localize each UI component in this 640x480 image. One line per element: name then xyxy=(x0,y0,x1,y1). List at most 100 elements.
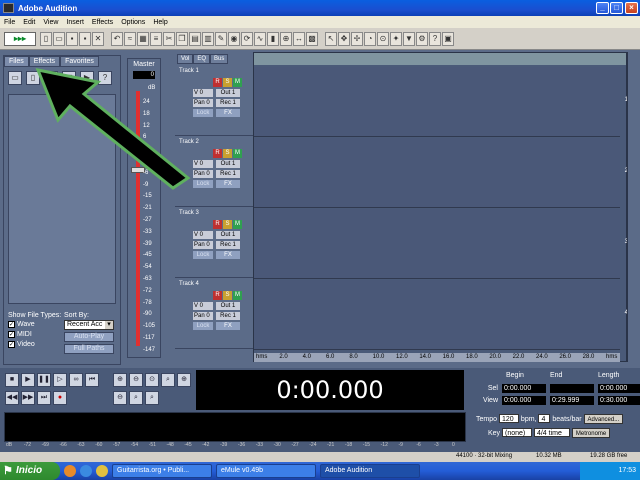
play-button[interactable]: ▶ xyxy=(21,373,35,387)
track-lane[interactable]: 4 xyxy=(254,280,628,350)
pan-field[interactable]: Pan 0 xyxy=(193,170,213,178)
sel-length[interactable]: 0:00.000 xyxy=(598,384,640,393)
fx-button[interactable]: FX xyxy=(216,322,240,330)
task-audition[interactable]: Adobe Audition xyxy=(320,464,420,478)
file-list[interactable] xyxy=(8,94,116,304)
key-select[interactable]: (none) xyxy=(502,428,533,437)
minimize-button[interactable]: _ xyxy=(596,2,609,14)
scrub-tool-icon[interactable]: ⊙ xyxy=(377,31,389,46)
meter-icon[interactable]: ▮ xyxy=(267,31,279,46)
beats-input[interactable]: 4 xyxy=(538,414,551,423)
menu-insert[interactable]: Insert xyxy=(62,19,88,26)
volume-field[interactable]: V 0 xyxy=(193,89,213,97)
volume-field[interactable]: V 0 xyxy=(193,231,213,239)
loop-button[interactable]: ∞ xyxy=(69,373,83,387)
start-button[interactable]: Inicio xyxy=(0,462,60,480)
video-checkbox[interactable]: ✓ xyxy=(8,340,15,348)
play-file-icon[interactable]: ▶ xyxy=(80,71,94,85)
multitrack-timeline[interactable]: 1234 hms 2.0 4.0 6.0 8.0 10.0 12.0 14.0 16.0 18.0… xyxy=(253,52,628,362)
record-arm-button[interactable]: R xyxy=(213,149,222,158)
track-lane[interactable]: 2 xyxy=(254,138,628,208)
envelope-icon[interactable]: ∿ xyxy=(254,31,266,46)
autoplay-button[interactable]: Auto-Play xyxy=(64,332,114,342)
view-end[interactable]: 0:29.999 xyxy=(550,396,594,405)
record-input-button[interactable]: Rec 1 xyxy=(216,312,240,320)
record-arm-button[interactable]: R xyxy=(213,78,222,87)
record-input-button[interactable]: Rec 1 xyxy=(216,241,240,249)
time-ruler[interactable]: hms 2.0 4.0 6.0 8.0 10.0 12.0 14.0 16.0 18.0 20.0 2… xyxy=(254,353,620,362)
advanced-button[interactable]: Advanced... xyxy=(583,414,624,424)
record-arm-button[interactable]: R xyxy=(213,220,222,229)
mute-button[interactable]: M xyxy=(233,291,242,300)
save-icon[interactable]: ▪ xyxy=(66,31,78,46)
vertical-scrollbar[interactable] xyxy=(627,52,637,362)
wave-icon[interactable]: ≈ xyxy=(124,31,136,46)
settings-icon[interactable]: ⚙ xyxy=(416,31,428,46)
play-to-end-button[interactable]: ▷ xyxy=(53,373,67,387)
save-all-icon[interactable]: ▪ xyxy=(79,31,91,46)
help-icon[interactable]: ? xyxy=(429,31,441,46)
loop-icon[interactable]: ⟳ xyxy=(241,31,253,46)
edit-file-icon[interactable]: ▤ xyxy=(44,71,58,85)
track-name[interactable]: Track 1 xyxy=(179,68,253,74)
fx-button[interactable]: FX xyxy=(216,251,240,259)
zoom-full-icon[interactable]: ⊙ xyxy=(145,373,159,387)
fast-forward-button[interactable]: ▶▶ xyxy=(21,391,35,405)
hybrid-tool-icon[interactable]: ✥ xyxy=(338,31,350,46)
help-icon[interactable]: ? xyxy=(98,71,112,85)
marker-icon[interactable]: ▼ xyxy=(403,31,415,46)
pan-field[interactable]: Pan 0 xyxy=(193,312,213,320)
view-icon[interactable]: ▣ xyxy=(442,31,454,46)
lock-button[interactable]: Lock xyxy=(193,251,213,259)
zoom-out-icon[interactable]: ⊖ xyxy=(129,373,143,387)
output-button[interactable]: Out 1 xyxy=(216,302,240,310)
zoom-left-icon[interactable]: ⌕ xyxy=(129,391,143,405)
copy-icon[interactable]: ❐ xyxy=(176,31,188,46)
pan-field[interactable]: Pan 0 xyxy=(193,99,213,107)
folder-quicklaunch-icon[interactable] xyxy=(96,465,108,477)
close-button[interactable]: × xyxy=(625,2,638,14)
output-button[interactable]: Out 1 xyxy=(216,231,240,239)
task-emule[interactable]: eMule v0.49b xyxy=(216,464,316,478)
ie-quicklaunch-icon[interactable] xyxy=(80,465,92,477)
record-arm-button[interactable]: R xyxy=(213,291,222,300)
record-button[interactable]: ● xyxy=(53,391,67,405)
import-file-icon[interactable]: ▭ xyxy=(8,71,22,85)
lock-button[interactable]: Lock xyxy=(193,322,213,330)
tab-files[interactable]: Files xyxy=(4,56,29,67)
output-button[interactable]: Out 1 xyxy=(216,160,240,168)
track-name[interactable]: Track 4 xyxy=(179,281,253,287)
menu-view[interactable]: View xyxy=(39,19,62,26)
metronome-button[interactable]: Metronome xyxy=(571,428,611,438)
insert-icon[interactable]: ▦ xyxy=(62,71,76,85)
title-bar[interactable]: Adobe Audition _ □ × xyxy=(0,0,640,16)
tab-favorites[interactable]: Favorites xyxy=(60,56,99,67)
midi-checkbox[interactable]: ✓ xyxy=(8,330,15,338)
wave-checkbox[interactable]: ✓ xyxy=(8,320,15,328)
mute-button[interactable]: M xyxy=(233,78,242,87)
lock-button[interactable]: Lock xyxy=(193,180,213,188)
maximize-button[interactable]: □ xyxy=(610,2,623,14)
filter-midi[interactable]: ✓ MIDI xyxy=(8,329,61,339)
mixer-icon[interactable]: ▩ xyxy=(306,31,318,46)
rewind-button[interactable]: ◀◀ xyxy=(5,391,19,405)
mix-icon[interactable]: ▥ xyxy=(202,31,214,46)
time-signature-select[interactable]: 4/4 time xyxy=(533,428,570,437)
go-to-end-button[interactable]: ⏭ xyxy=(37,391,51,405)
time-tool-icon[interactable]: ◔ xyxy=(364,31,376,46)
filter-wave[interactable]: ✓ Wave xyxy=(8,319,61,329)
zoom-in-vertical-icon[interactable]: ⊕ xyxy=(177,373,191,387)
solo-button[interactable]: S xyxy=(223,78,232,87)
paint-tool-icon[interactable]: ✦ xyxy=(390,31,402,46)
volume-field[interactable]: V 0 xyxy=(193,160,213,168)
multitrack-mode-button[interactable]: ▸▸▸ xyxy=(4,31,36,46)
snap-icon[interactable]: ⊕ xyxy=(280,31,292,46)
menu-effects[interactable]: Effects xyxy=(88,19,117,26)
record-input-button[interactable]: Rec 1 xyxy=(216,99,240,107)
menu-edit[interactable]: Edit xyxy=(19,19,39,26)
list-icon[interactable]: ≡ xyxy=(150,31,162,46)
track-lane[interactable]: 1 xyxy=(254,67,628,137)
solo-button[interactable]: S xyxy=(223,149,232,158)
select-tool-icon[interactable]: ↖ xyxy=(325,31,337,46)
firefox-quicklaunch-icon[interactable] xyxy=(64,465,76,477)
